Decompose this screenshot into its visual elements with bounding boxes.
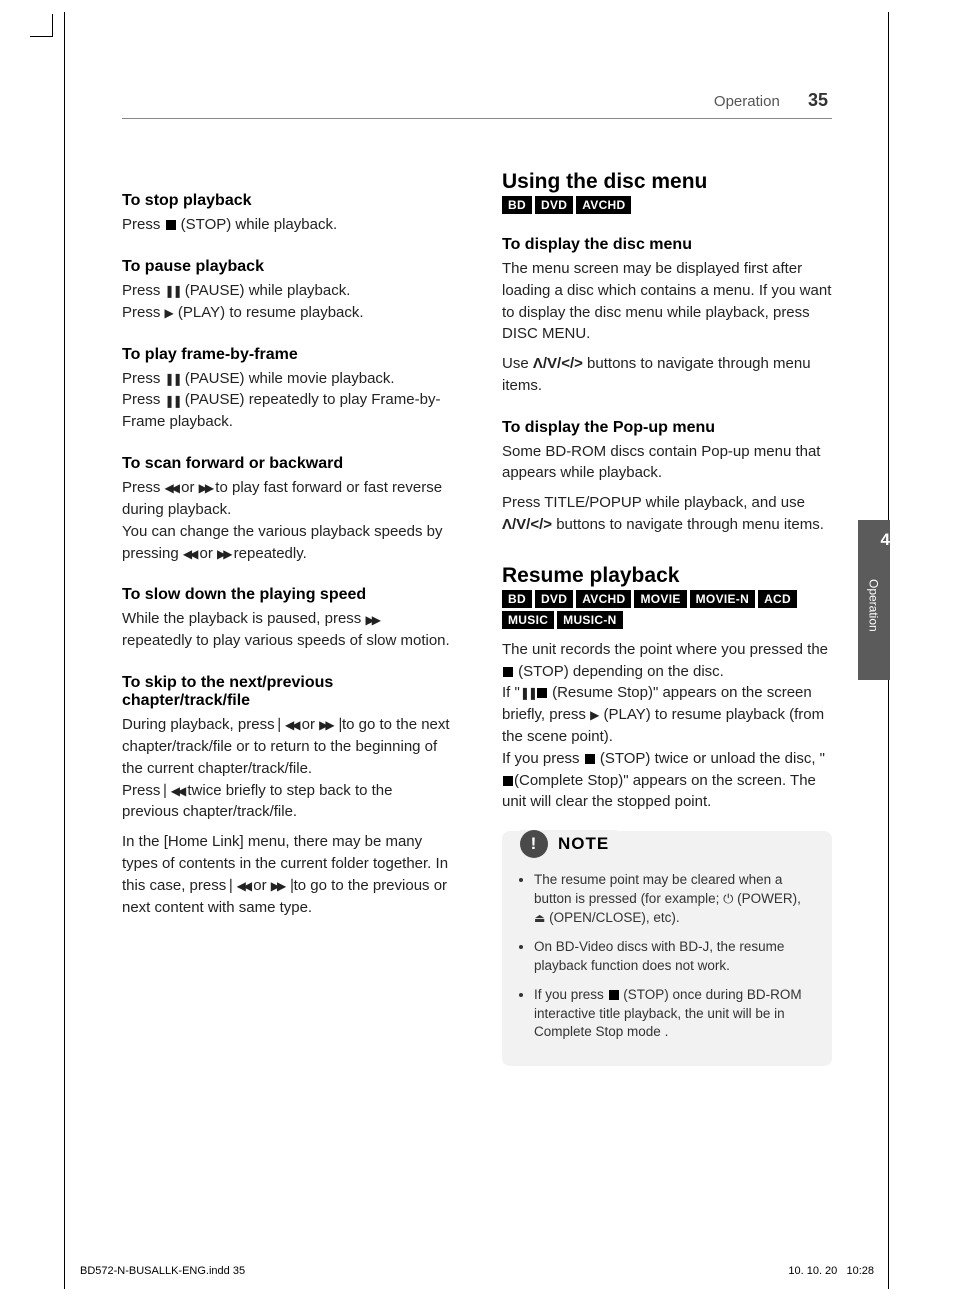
stop-icon <box>503 776 513 786</box>
heading-frame: To play frame-by-frame <box>122 346 452 364</box>
content-columns: To stop playback Press (STOP) while play… <box>122 170 832 1066</box>
play-icon <box>590 704 599 726</box>
chip: AVCHD <box>576 196 631 214</box>
heading-slow: To slow down the playing speed <box>122 586 452 604</box>
skip-prev-icon <box>230 875 249 897</box>
alert-icon: ! <box>520 830 548 858</box>
note-item: On BD-Video discs with BD-J, the resume … <box>534 938 814 976</box>
thumb-tab: 4 Operation <box>858 520 890 680</box>
section-name: Operation <box>714 93 780 110</box>
heading-display-disc: To display the disc menu <box>502 236 832 254</box>
body-text: Press (PAUSE) while movie playback. Pres… <box>122 368 452 434</box>
fast-forward-icon <box>199 477 211 499</box>
note-header: ! NOTE <box>520 830 624 858</box>
eject-icon <box>534 909 545 928</box>
chip: MUSIC <box>502 611 554 629</box>
pause-icon <box>165 280 181 302</box>
format-chips: BD DVD AVCHD <box>502 196 832 214</box>
body-text: Press (STOP) while playback. <box>122 214 452 236</box>
fast-forward-icon <box>217 543 229 565</box>
stop-icon <box>537 688 547 698</box>
pause-icon <box>165 368 181 390</box>
chip: MOVIE-N <box>690 590 755 608</box>
nav-arrows-icon: Λ/V/</> <box>502 514 552 536</box>
footer-file: BD572-N-BUSALLK-ENG.indd 35 <box>80 1265 245 1277</box>
footer-datetime: 10. 10. 20 10:28 <box>788 1265 874 1277</box>
stop-icon <box>166 220 176 230</box>
note-title: NOTE <box>558 834 609 854</box>
note-box: ! NOTE The resume point may be cleared w… <box>502 831 832 1066</box>
body-text: Some BD-ROM discs contain Pop-up menu th… <box>502 441 832 485</box>
stop-icon <box>585 754 595 764</box>
page: Operation 35 4 Operation To stop playbac… <box>0 0 954 1301</box>
footer: BD572-N-BUSALLK-ENG.indd 35 10. 10. 20 1… <box>80 1265 874 1277</box>
chip: AVCHD <box>576 590 631 608</box>
left-column: To stop playback Press (STOP) while play… <box>122 170 452 1066</box>
heading-stop: To stop playback <box>122 192 452 210</box>
chip: MOVIE <box>634 590 686 608</box>
skip-prev-icon <box>165 780 184 802</box>
body-text: Press or to play fast forward or fast re… <box>122 477 452 564</box>
body-text: Press (PAUSE) while playback. Press (PLA… <box>122 280 452 324</box>
pause-icon <box>520 682 536 704</box>
fast-forward-icon <box>365 609 377 631</box>
play-icon <box>165 302 174 324</box>
body-text: The unit records the point where you pre… <box>502 639 832 813</box>
body-text: Press TITLE/POPUP while playback, and us… <box>502 492 832 536</box>
page-number: 35 <box>808 90 828 110</box>
body-text: During playback, press or to go to the n… <box>122 714 452 823</box>
heading-disc-menu: Using the disc menu <box>502 170 832 194</box>
heading-scan: To scan forward or backward <box>122 455 452 473</box>
chip: MUSIC-N <box>557 611 622 629</box>
heading-pause: To pause playback <box>122 258 452 276</box>
chip: BD <box>502 196 532 214</box>
tab-label: Operation <box>867 579 881 632</box>
chip: BD <box>502 590 532 608</box>
running-header: Operation 35 <box>714 90 828 111</box>
heading-skip: To skip to the next/previous chapter/tra… <box>122 674 452 710</box>
chip: DVD <box>535 590 573 608</box>
chip: ACD <box>758 590 797 608</box>
skip-next-icon <box>271 875 290 897</box>
note-item: If you press (STOP) once during BD-ROM i… <box>534 986 814 1043</box>
header-rule <box>122 118 832 119</box>
body-text: The menu screen may be displayed first a… <box>502 258 832 345</box>
chip: DVD <box>535 196 573 214</box>
skip-prev-icon <box>279 714 298 736</box>
note-item: The resume point may be cleared when a b… <box>534 871 814 928</box>
pause-icon <box>165 390 181 412</box>
crop-mark <box>30 14 53 37</box>
rewind-icon <box>183 543 195 565</box>
trim-line-left <box>64 12 66 1289</box>
heading-resume: Resume playback <box>502 564 832 588</box>
body-text: In the [Home Link] menu, there may be ma… <box>122 831 452 918</box>
heading-popup: To display the Pop-up menu <box>502 419 832 437</box>
rewind-icon <box>165 477 177 499</box>
note-list: The resume point may be cleared when a b… <box>520 871 814 1042</box>
format-chips: BD DVD AVCHD MOVIE MOVIE-N ACD MUSIC MUS… <box>502 590 832 629</box>
right-column: Using the disc menu BD DVD AVCHD To disp… <box>502 170 832 1066</box>
body-text: Use Λ/V/</> buttons to navigate through … <box>502 353 832 397</box>
tab-number: 4 <box>881 530 890 550</box>
body-text: While the playback is paused, press repe… <box>122 608 452 652</box>
power-icon <box>723 890 733 909</box>
stop-icon <box>609 990 619 1000</box>
stop-icon <box>503 667 513 677</box>
skip-next-icon <box>319 714 338 736</box>
nav-arrows-icon: Λ/V/</> <box>533 353 583 375</box>
